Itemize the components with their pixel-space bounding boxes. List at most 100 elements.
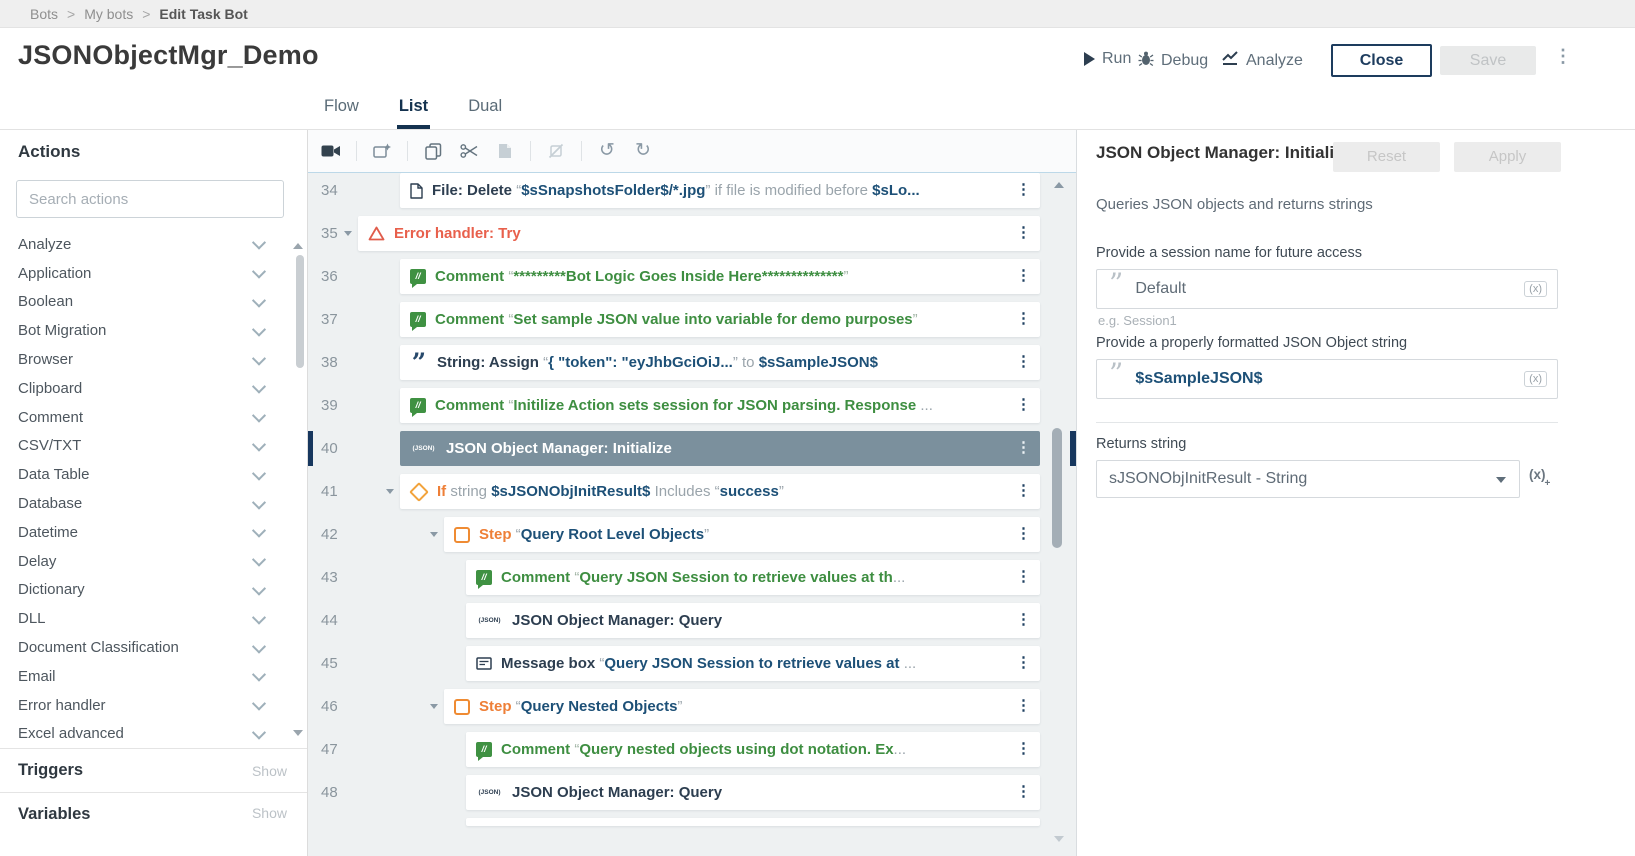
sidebar-category-bot-migration[interactable]: Bot Migration [0, 316, 308, 345]
action-text: File: Delete “$sSnapshotsFolder$/*.jpg” … [432, 182, 920, 199]
row-kebab-menu[interactable]: ⋮ [1016, 474, 1031, 508]
debug-button[interactable]: Debug [1138, 50, 1208, 72]
step-icon [454, 527, 470, 543]
breadcrumb-item-my-bots[interactable]: My bots [84, 6, 133, 22]
header-kebab-menu[interactable]: ⋮ [1554, 46, 1572, 67]
analyze-label: Analyze [1246, 52, 1303, 70]
analyze-button[interactable]: Analyze [1222, 50, 1303, 71]
sidebar-category-delay[interactable]: Delay [0, 547, 308, 576]
action-card[interactable]: If string $sJSONObjInitResult$ Includes … [400, 474, 1040, 509]
row-kebab-menu[interactable]: ⋮ [1016, 603, 1031, 637]
undo-icon[interactable]: ↺ [596, 140, 618, 162]
sidebar-category-error-handler[interactable]: Error handler [0, 691, 308, 720]
disable-icon[interactable] [545, 140, 567, 162]
action-card[interactable]: (JSON)JSON Object Manager: Initialize⋮ [400, 431, 1040, 466]
insert-variable-icon[interactable]: (x) [1524, 281, 1547, 297]
capture-icon[interactable] [371, 140, 393, 162]
collapse-caret-icon[interactable] [430, 532, 438, 537]
action-card[interactable]: //Comment “Initilize Action sets session… [400, 388, 1040, 423]
row-kebab-menu[interactable]: ⋮ [1016, 302, 1031, 336]
duplicate-icon[interactable] [422, 140, 444, 162]
action-card[interactable] [466, 818, 1040, 826]
tab-flow[interactable]: Flow [322, 92, 361, 129]
collapse-caret-icon[interactable] [386, 489, 394, 494]
sidebar-category-datetime[interactable]: Datetime [0, 518, 308, 547]
tab-list[interactable]: List [397, 92, 430, 129]
row-kebab-menu[interactable]: ⋮ [1016, 216, 1031, 250]
action-card[interactable]: (JSON)JSON Object Manager: Query⋮ [466, 775, 1040, 810]
row-kebab-menu[interactable]: ⋮ [1016, 388, 1031, 422]
variables-section: Variables Show [0, 792, 307, 856]
sidebar-category-dictionary[interactable]: Dictionary [0, 576, 308, 605]
sidebar-category-analyze[interactable]: Analyze [0, 230, 308, 259]
row-kebab-menu[interactable]: ⋮ [1016, 517, 1031, 551]
sidebar-category-csv-txt[interactable]: CSV/TXT [0, 432, 308, 461]
sidebar-category-application[interactable]: Application [0, 259, 308, 288]
action-card[interactable]: ”String: Assign “{ "token": "eyJhbGciOiJ… [400, 345, 1040, 380]
run-button[interactable]: Run [1084, 50, 1131, 68]
save-button[interactable]: Save [1440, 46, 1536, 75]
action-card[interactable]: //Comment “Set sample JSON value into va… [400, 302, 1040, 337]
row-kebab-menu[interactable]: ⋮ [1016, 431, 1031, 465]
action-card[interactable]: Message box “Query JSON Session to retri… [466, 646, 1040, 681]
action-card[interactable]: File: Delete “$sSnapshotsFolder$/*.jpg” … [400, 173, 1040, 208]
breadcrumb-item-bots[interactable]: Bots [30, 6, 58, 22]
action-card[interactable]: //Comment “Query JSON Session to retriev… [466, 560, 1040, 595]
json-string-input[interactable]: ” $sSampleJSON$ (x) [1096, 359, 1558, 399]
row-kebab-menu[interactable]: ⋮ [1016, 259, 1031, 293]
sidebar-category-email[interactable]: Email [0, 662, 308, 691]
action-card[interactable]: Step “Query Nested Objects”⋮ [444, 689, 1040, 724]
chevron-down-icon [252, 610, 266, 624]
triggers-title: Triggers [18, 761, 83, 780]
sidebar-category-document-classification[interactable]: Document Classification [0, 633, 308, 662]
session-name-input[interactable]: ” Default (x) [1096, 269, 1558, 309]
sidebar-category-clipboard[interactable]: Clipboard [0, 374, 308, 403]
list-scrollbar-thumb[interactable] [1052, 428, 1062, 548]
insert-variable-plus-icon[interactable]: (x)+ [1529, 467, 1551, 486]
list-scroll-down-icon[interactable] [1054, 836, 1064, 842]
row-kebab-menu[interactable]: ⋮ [1016, 646, 1031, 680]
sidebar-category-boolean[interactable]: Boolean [0, 288, 308, 317]
action-card[interactable]: Step “Query Root Level Objects”⋮ [444, 517, 1040, 552]
record-icon[interactable] [320, 140, 342, 162]
action-card[interactable]: Error handler: Try⋮ [358, 216, 1040, 251]
row-kebab-menu[interactable]: ⋮ [1016, 345, 1031, 379]
triggers-show-link[interactable]: Show [252, 763, 287, 779]
collapse-caret-icon[interactable] [344, 231, 352, 236]
cut-icon[interactable] [458, 140, 480, 162]
row-kebab-menu[interactable]: ⋮ [1016, 689, 1031, 723]
chevron-down-icon [252, 466, 266, 480]
sidebar-category-dll[interactable]: DLL [0, 604, 308, 633]
sidebar-category-comment[interactable]: Comment [0, 403, 308, 432]
row-kebab-menu[interactable]: ⋮ [1016, 775, 1031, 809]
action-card[interactable]: //Comment “Query nested objects using do… [466, 732, 1040, 767]
sidebar-category-data-table[interactable]: Data Table [0, 460, 308, 489]
action-card[interactable]: //Comment “*********Bot Logic Goes Insid… [400, 259, 1040, 294]
row-kebab-menu[interactable]: ⋮ [1016, 560, 1031, 594]
sidebar-category-excel-advanced[interactable]: Excel advanced [0, 720, 308, 742]
list-scroll-up-icon[interactable] [1054, 182, 1064, 188]
json-package-icon: (JSON) [410, 445, 437, 452]
action-card[interactable]: (JSON)JSON Object Manager: Query⋮ [466, 603, 1040, 638]
close-button[interactable]: Close [1331, 44, 1432, 77]
row-kebab-menu[interactable]: ⋮ [1016, 173, 1031, 207]
sidebar-scroll-down-icon[interactable] [293, 730, 303, 736]
string-quote-icon: ” [1109, 371, 1123, 387]
redo-icon[interactable]: ↻ [632, 140, 654, 162]
paste-icon[interactable] [494, 140, 516, 162]
sidebar-scroll-up-icon[interactable] [293, 243, 303, 249]
apply-button[interactable]: Apply [1454, 142, 1561, 172]
sidebar-category-browser[interactable]: Browser [0, 345, 308, 374]
returns-variable-value: sJSONObjInitResult - String [1109, 470, 1307, 488]
row-kebab-menu[interactable]: ⋮ [1016, 732, 1031, 766]
collapse-caret-icon[interactable] [430, 704, 438, 709]
sidebar-category-database[interactable]: Database [0, 489, 308, 518]
sidebar-scrollbar-thumb[interactable] [296, 255, 304, 368]
json-package-icon: (JSON) [476, 617, 503, 624]
tab-dual[interactable]: Dual [466, 92, 504, 129]
insert-variable-icon[interactable]: (x) [1524, 371, 1547, 387]
returns-variable-select[interactable]: sJSONObjInitResult - String [1096, 460, 1520, 498]
variables-show-link[interactable]: Show [252, 805, 287, 821]
search-input[interactable] [16, 180, 284, 218]
reset-button[interactable]: Reset [1333, 142, 1440, 172]
